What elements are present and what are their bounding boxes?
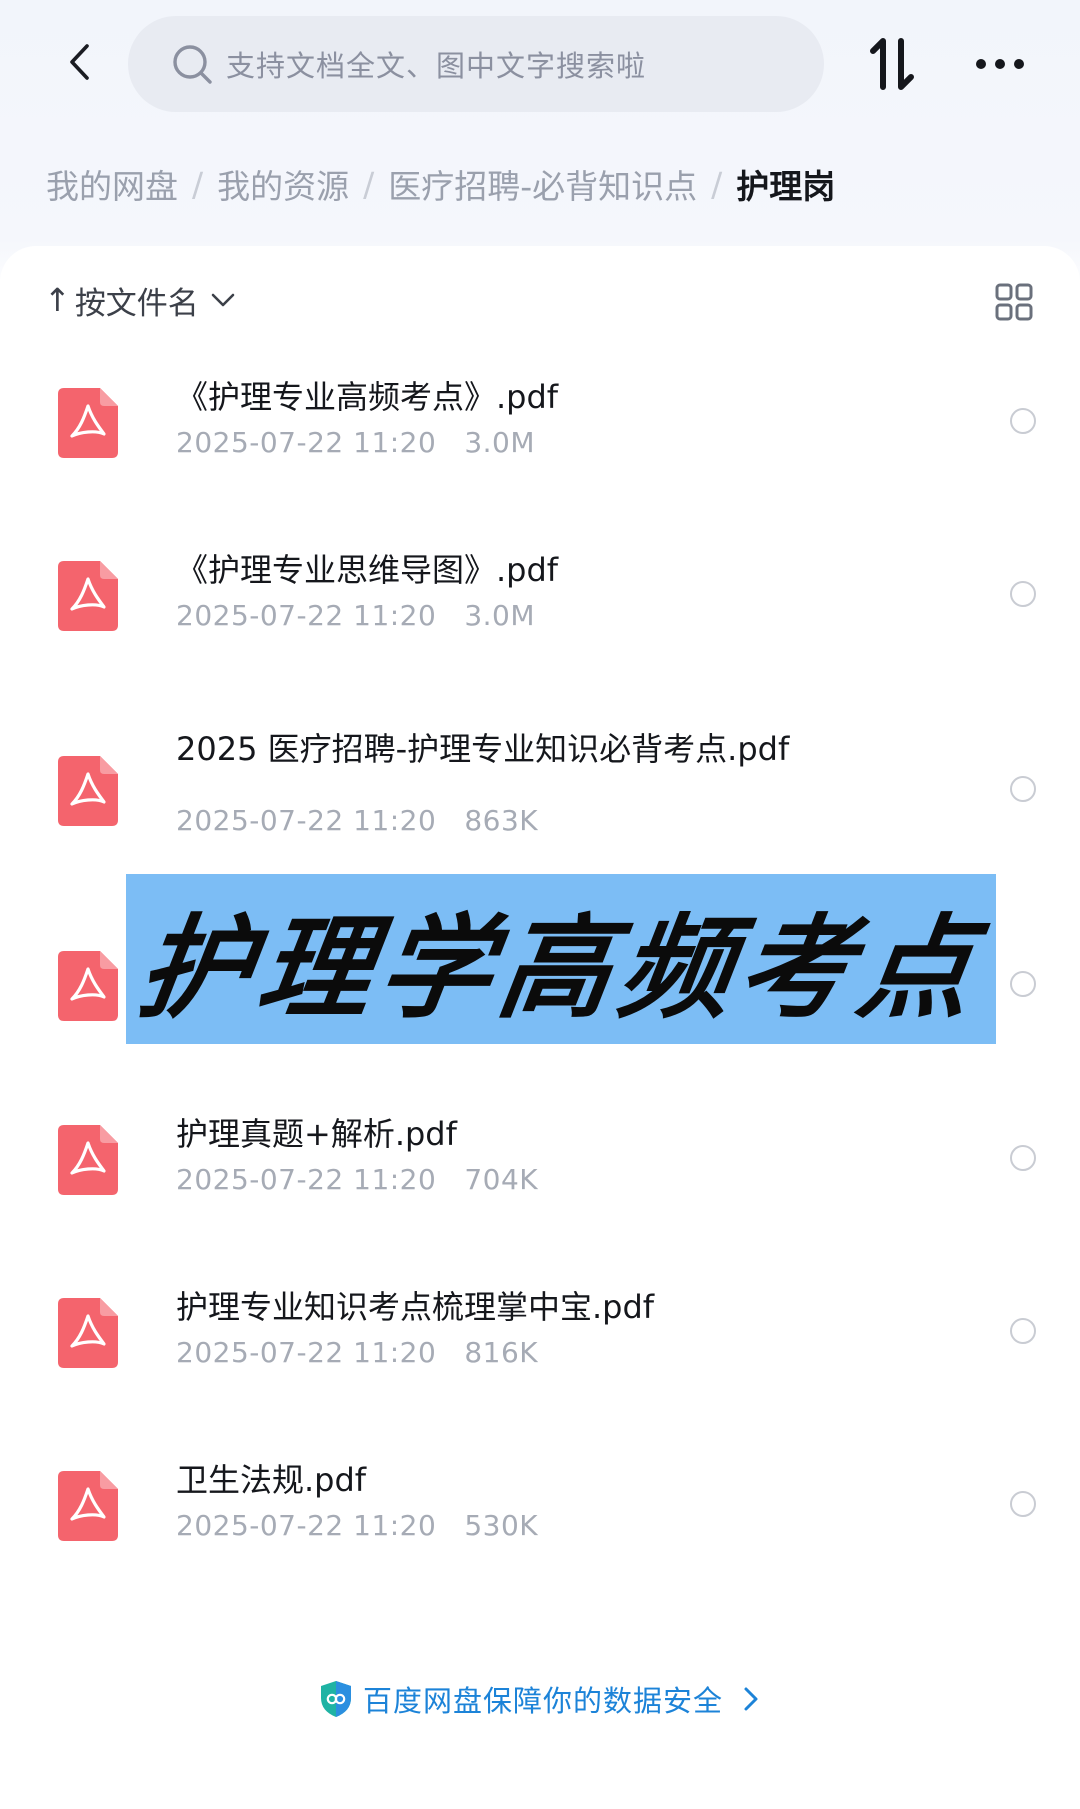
sort-direction-icon: ↑ (44, 281, 71, 319)
file-meta: 2025-07-22 11:20 816K (176, 1336, 538, 1369)
file-size: 816K (464, 1336, 539, 1369)
file-meta: 2025-07-22 11:20 3.0M (176, 426, 535, 459)
file-date: 2025-07-22 11:20 (176, 426, 437, 459)
file-name: 《护理专业思维导图》.pdf (176, 551, 559, 589)
file-name: 护理真题+解析.pdf (176, 1115, 457, 1153)
select-checkbox[interactable] (1010, 1145, 1036, 1171)
breadcrumb-current: 护理岗 (736, 167, 836, 206)
search-icon (170, 42, 214, 86)
file-meta: 2025-07-22 11:20 3.0M (176, 599, 535, 632)
breadcrumb-item-my-resources[interactable]: 我的资源 (217, 160, 349, 208)
breadcrumb-item-my-netdisk[interactable]: 我的网盘 (46, 160, 178, 208)
shield-icon (320, 1681, 351, 1717)
back-button[interactable] (56, 32, 104, 92)
sort-label: 按文件名 (74, 285, 199, 322)
pdf-file-icon (58, 1471, 118, 1541)
more-horizontal-icon (976, 59, 1024, 69)
chevron-down-icon (211, 287, 237, 313)
sort-order-button[interactable] (866, 34, 918, 94)
pdf-file-icon (58, 951, 118, 1021)
file-size: 3.0M (464, 599, 536, 632)
pdf-file-icon (58, 1298, 118, 1368)
select-checkbox[interactable] (1010, 1318, 1036, 1344)
breadcrumb: 我的网盘 / 我的资源 / 医疗招聘-必背知识点 / 护理岗 (46, 156, 835, 212)
more-button[interactable] (970, 40, 1030, 88)
file-row[interactable]: 护理真题+解析.pdf 2025-07-22 11:20 704K (0, 1087, 1080, 1237)
breadcrumb-separator: / (363, 164, 375, 204)
file-date: 2025-07-22 11:20 (176, 599, 437, 632)
chevron-left-icon (70, 44, 89, 80)
file-size: 530K (464, 1509, 539, 1542)
grid-view-button[interactable] (994, 282, 1034, 322)
pdf-file-icon (58, 561, 118, 631)
file-name: 护理专业知识考点梳理掌中宝.pdf (176, 1288, 655, 1326)
chevron-right-icon (744, 1687, 758, 1711)
breadcrumb-separator: / (711, 164, 723, 204)
file-date: 2025-07-22 11:20 (176, 1509, 437, 1542)
select-checkbox[interactable] (1010, 1491, 1036, 1517)
security-notice-link[interactable]: 百度网盘保障你的数据安全 (0, 1675, 1080, 1723)
file-meta: 2025-07-22 11:20 863K (176, 804, 538, 837)
file-row[interactable]: 《护理专业高频考点》.pdf 2025-07-22 11:20 3.0M (0, 350, 1080, 500)
sort-order-icon (870, 38, 914, 90)
file-date: 2025-07-22 11:20 (176, 804, 437, 837)
pdf-file-icon (58, 388, 118, 458)
file-row[interactable]: 2025 医疗招聘-护理专业知识必背考点.pdf 2025-07-22 11:2… (0, 718, 1080, 868)
file-date: 2025-07-22 11:20 (176, 1163, 437, 1196)
file-name: 2025 医疗招聘-护理专业知识必背考点.pdf (176, 730, 790, 768)
file-row[interactable]: 《护理专业思维导图》.pdf 2025-07-22 11:20 3.0M (0, 523, 1080, 673)
search-input[interactable]: 支持文档全文、图中文字搜索啦 (128, 16, 824, 112)
select-checkbox[interactable] (1010, 776, 1036, 802)
file-row[interactable]: 卫生法规.pdf 2025-07-22 11:20 530K (0, 1433, 1080, 1583)
select-checkbox[interactable] (1010, 971, 1036, 997)
select-checkbox[interactable] (1010, 408, 1036, 434)
file-name: 《护理专业高频考点》.pdf (176, 378, 559, 416)
file-size: 704K (464, 1163, 539, 1196)
search-placeholder: 支持文档全文、图中文字搜索啦 (226, 49, 647, 83)
file-date: 2025-07-22 11:20 (176, 1336, 437, 1369)
breadcrumb-item-medical-recruitment[interactable]: 医疗招聘-必背知识点 (388, 160, 697, 208)
file-meta: 2025-07-22 11:20 530K (176, 1509, 538, 1542)
select-checkbox[interactable] (1010, 581, 1036, 607)
file-row[interactable]: 护理专业知识考点梳理掌中宝.pdf 2025-07-22 11:20 816K (0, 1260, 1080, 1410)
pdf-file-icon (58, 1125, 118, 1195)
top-bar: 支持文档全文、图中文字搜索啦 (0, 0, 1080, 140)
file-size: 863K (464, 804, 539, 837)
pdf-file-icon (58, 756, 118, 826)
security-notice-text: 百度网盘保障你的数据安全 (362, 1684, 723, 1718)
sort-selector[interactable]: ↑ 按文件名 (44, 272, 237, 328)
overlay-title: 护理学高频考点 (130, 904, 989, 1034)
breadcrumb-separator: / (192, 164, 204, 204)
file-size: 3.0M (464, 426, 536, 459)
file-name: 卫生法规.pdf (176, 1461, 367, 1499)
grid-view-icon (995, 283, 1033, 321)
overlay-title-banner: 护理学高频考点 (126, 874, 996, 1044)
file-meta: 2025-07-22 11:20 704K (176, 1163, 538, 1196)
